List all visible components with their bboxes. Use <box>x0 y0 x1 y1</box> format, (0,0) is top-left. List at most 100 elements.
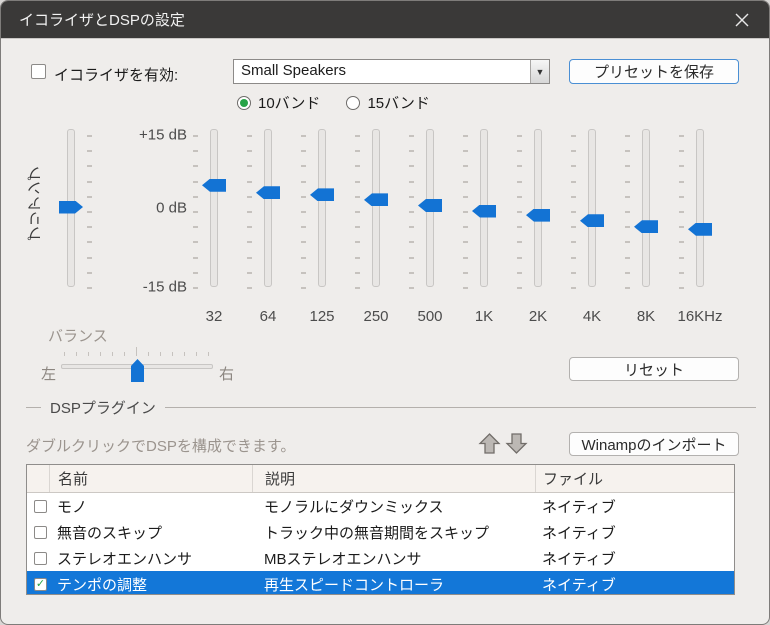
dropdown-arrow-icon[interactable]: ▼ <box>530 60 549 83</box>
reset-button[interactable]: リセット <box>569 357 739 381</box>
preamp-slider-handle[interactable] <box>59 200 83 214</box>
tick <box>625 211 630 213</box>
tick <box>247 211 252 213</box>
band-label-1K: 1K <box>474 308 494 325</box>
tick <box>87 195 92 198</box>
band-slider-125-track[interactable] <box>318 129 326 287</box>
band-slider-500-handle[interactable] <box>418 198 442 212</box>
header-file[interactable]: ファイル <box>535 465 734 492</box>
row-checkbox[interactable]: ✓ <box>34 577 47 591</box>
save-preset-button[interactable]: プリセットを保存 <box>569 59 739 84</box>
band-slider-16KHz <box>670 129 730 289</box>
group-line-right <box>164 407 756 408</box>
tick <box>625 226 630 229</box>
preset-select[interactable]: Small Speakers ▼ <box>233 59 550 84</box>
tick <box>247 287 252 289</box>
band-label-32: 32 <box>205 308 223 325</box>
tick <box>87 150 92 153</box>
move-down-icon[interactable] <box>505 432 528 455</box>
band-slider-2K-handle[interactable] <box>526 208 550 222</box>
tick <box>247 226 252 229</box>
dsp-plugin-table: 名前 説明 ファイル モノ モノラルにダウンミックス ネイティブ 無音のスキップ トラッ… <box>26 464 735 595</box>
radio-circle-10-band[interactable] <box>237 95 251 110</box>
tick <box>301 150 306 153</box>
band-slider-64 <box>238 129 298 289</box>
balance-tick <box>148 352 149 356</box>
band-slider-16KHz-track[interactable] <box>696 129 704 287</box>
tick <box>463 271 468 274</box>
group-line-left <box>26 407 41 408</box>
tick <box>679 150 684 153</box>
tick <box>193 241 198 244</box>
tick <box>193 180 198 183</box>
scale-plus15: +15 dB <box>139 126 187 144</box>
band-slider-64-handle[interactable] <box>256 186 280 200</box>
tick <box>463 165 468 168</box>
band-slider-250-handle[interactable] <box>364 193 388 207</box>
row-checkbox[interactable] <box>34 499 47 513</box>
band-count-options: 10バンド 15バンド <box>237 92 430 113</box>
band-slider-32-track[interactable] <box>210 129 218 287</box>
header-description[interactable]: 説明 <box>252 465 535 492</box>
tick <box>301 180 306 183</box>
band-slider-8K-handle[interactable] <box>634 220 658 234</box>
table-row[interactable]: ✓ テンポの調整 再生スピードコントローラ ネイティブ <box>27 571 734 594</box>
balance-tick <box>160 352 161 356</box>
tick <box>355 241 360 244</box>
band-label-16KHz: 16KHz <box>677 308 723 325</box>
tick <box>517 135 522 137</box>
cell-description: トラック中の無音期間をスキップ <box>264 524 490 542</box>
equalizer-enable-checkbox[interactable] <box>31 64 46 79</box>
tick <box>571 271 576 274</box>
tick <box>625 241 630 244</box>
balance-tick <box>184 352 185 356</box>
close-icon[interactable] <box>733 11 751 29</box>
tick <box>625 256 630 259</box>
tick <box>463 195 468 198</box>
band-slider-4K-track[interactable] <box>588 129 596 287</box>
tick <box>193 150 198 153</box>
band-slider-64-track[interactable] <box>264 129 272 287</box>
balance-tick <box>208 352 209 356</box>
row-checkbox[interactable] <box>34 551 47 565</box>
radio-label-10-band: 10バンド <box>258 95 321 112</box>
header-name[interactable]: 名前 <box>49 465 252 492</box>
table-row[interactable]: ステレオエンハンサ MBステレオエンハンサ ネイティブ <box>27 545 734 571</box>
tick <box>679 135 684 137</box>
tick <box>193 256 198 259</box>
table-row[interactable]: 無音のスキップ トラック中の無音期間をスキップ ネイティブ <box>27 519 734 545</box>
row-checkbox[interactable] <box>34 525 47 539</box>
row-checkbox-cell <box>27 551 49 565</box>
band-slider-4K-handle[interactable] <box>580 214 604 228</box>
band-slider-32-handle[interactable] <box>202 178 226 192</box>
titlebar[interactable]: イコライザとDSPの設定 <box>1 1 769 38</box>
band-slider-2K-track[interactable] <box>534 129 542 287</box>
band-slider-250-track[interactable] <box>372 129 380 287</box>
tick <box>517 287 522 289</box>
tick <box>571 211 576 213</box>
tick <box>301 256 306 259</box>
band-slider-8K-track[interactable] <box>642 129 650 287</box>
move-up-icon[interactable] <box>478 432 501 455</box>
band-slider-16KHz-handle[interactable] <box>688 222 712 236</box>
tick <box>87 211 92 213</box>
radio-15-band[interactable]: 15バンド <box>346 92 430 113</box>
band-label-250: 250 <box>363 308 389 325</box>
tick <box>625 287 630 289</box>
tick <box>517 271 522 274</box>
tick <box>87 271 92 274</box>
dsp-section-header: DSPプラグイン <box>26 399 756 417</box>
balance-tick <box>64 352 65 356</box>
radio-circle-15-band[interactable] <box>346 95 361 110</box>
table-row[interactable]: モノ モノラルにダウンミックス ネイティブ <box>27 493 734 519</box>
winamp-import-button[interactable]: Winampのインポート <box>569 432 739 456</box>
band-slider-125-handle[interactable] <box>310 188 334 202</box>
cell-description: MBステレオエンハンサ <box>264 550 422 568</box>
dsp-hint: ダブルクリックでDSPを構成できます。 <box>26 438 296 455</box>
band-slider-1K-handle[interactable] <box>472 204 496 218</box>
balance-tick <box>172 352 173 356</box>
balance-handle[interactable] <box>131 359 144 382</box>
tick <box>625 271 630 274</box>
radio-10-band[interactable]: 10バンド <box>237 92 320 113</box>
row-checkbox-cell: ✓ <box>27 577 49 591</box>
